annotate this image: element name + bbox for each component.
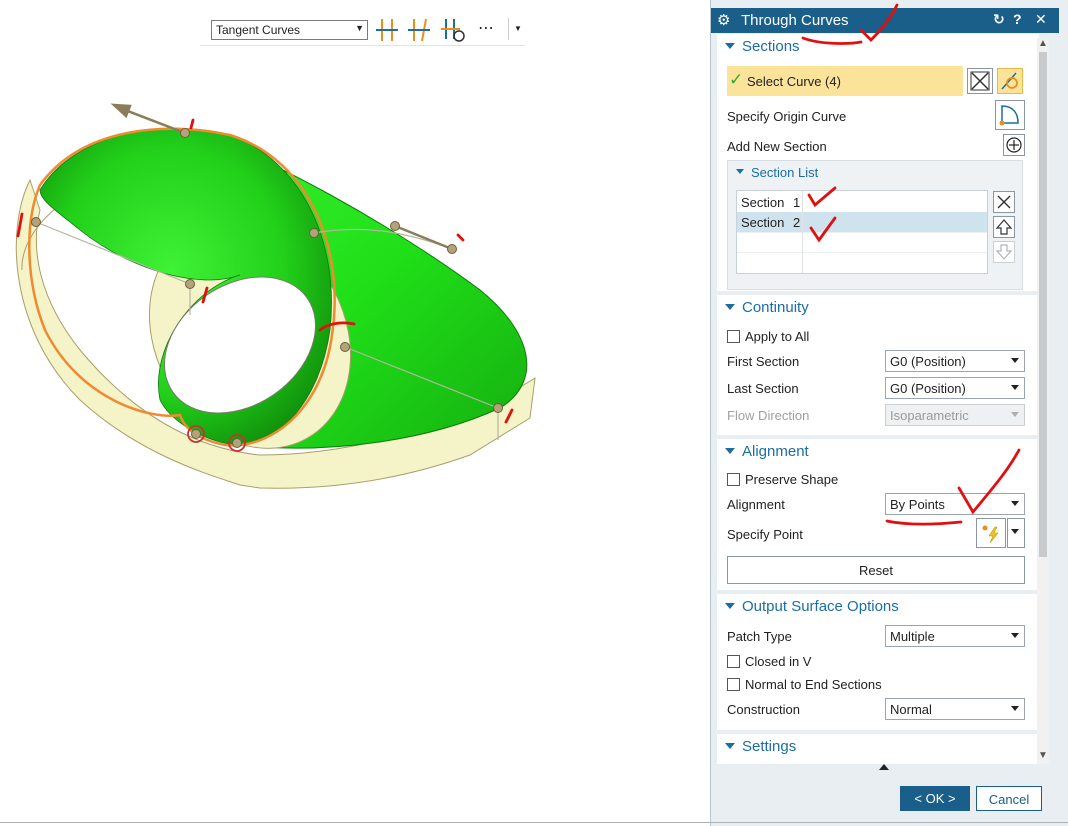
settings-header[interactable]: Settings bbox=[717, 734, 1039, 760]
dialog-annotations bbox=[801, 3, 1021, 526]
closed-in-v-label: Closed in V bbox=[745, 654, 812, 669]
construction-value: Normal bbox=[890, 702, 932, 717]
output-surface-header[interactable]: Output Surface Options bbox=[717, 594, 1039, 620]
patch-type-dropdown[interactable]: Multiple bbox=[885, 625, 1025, 647]
chevron-down-icon: ▼ bbox=[355, 23, 364, 33]
collapse-triangle-icon bbox=[725, 603, 735, 609]
patch-type-label: Patch Type bbox=[727, 629, 792, 644]
window-bottom-border bbox=[0, 822, 1068, 823]
connected-curves-icon[interactable] bbox=[406, 17, 432, 43]
normal-to-end-label: Normal to End Sections bbox=[745, 677, 882, 692]
stop-at-intersection-icon[interactable] bbox=[440, 17, 466, 43]
more-options-icon[interactable]: ⋯ bbox=[478, 18, 495, 38]
type-filter-value: Tangent Curves bbox=[216, 23, 301, 37]
ok-button[interactable]: < OK > bbox=[900, 786, 970, 811]
output-surface-group: Output Surface Options Patch Type Multip… bbox=[717, 594, 1039, 730]
settings-header-label: Settings bbox=[742, 738, 797, 755]
chevron-down-icon bbox=[1011, 706, 1019, 711]
collapse-options-icon[interactable] bbox=[879, 764, 889, 770]
collapse-triangle-icon bbox=[725, 743, 735, 749]
closed-in-v-checkbox[interactable] bbox=[727, 655, 740, 668]
reset-button[interactable]: Reset bbox=[727, 556, 1025, 584]
patch-type-value: Multiple bbox=[890, 629, 935, 644]
selection-toolbar: Tangent Curves ▼ ⋯ ▼ bbox=[200, 14, 525, 46]
graphics-viewport[interactable]: Tangent Curves ▼ ⋯ ▼ bbox=[0, 0, 710, 826]
construction-dropdown[interactable]: Normal bbox=[885, 698, 1025, 720]
tangent-curves-icon[interactable] bbox=[374, 17, 400, 43]
model-canvas[interactable] bbox=[0, 0, 710, 826]
normal-to-end-checkbox[interactable] bbox=[727, 678, 740, 691]
toolbar-separator bbox=[508, 18, 509, 40]
through-curves-dialog: ⚙ Through Curves ↻ ? ✕ Sections ✓ Select… bbox=[710, 0, 1068, 826]
output-surface-header-label: Output Surface Options bbox=[742, 598, 899, 615]
type-filter-dropdown[interactable]: Tangent Curves ▼ bbox=[211, 20, 368, 40]
settings-group: Settings bbox=[717, 734, 1039, 764]
scroll-down-icon[interactable]: ▼ bbox=[1038, 750, 1048, 761]
chevron-down-icon bbox=[1011, 633, 1019, 638]
toolbar-dropdown-icon[interactable]: ▼ bbox=[514, 24, 522, 33]
cancel-button[interactable]: Cancel bbox=[976, 786, 1042, 811]
construction-label: Construction bbox=[727, 702, 800, 717]
